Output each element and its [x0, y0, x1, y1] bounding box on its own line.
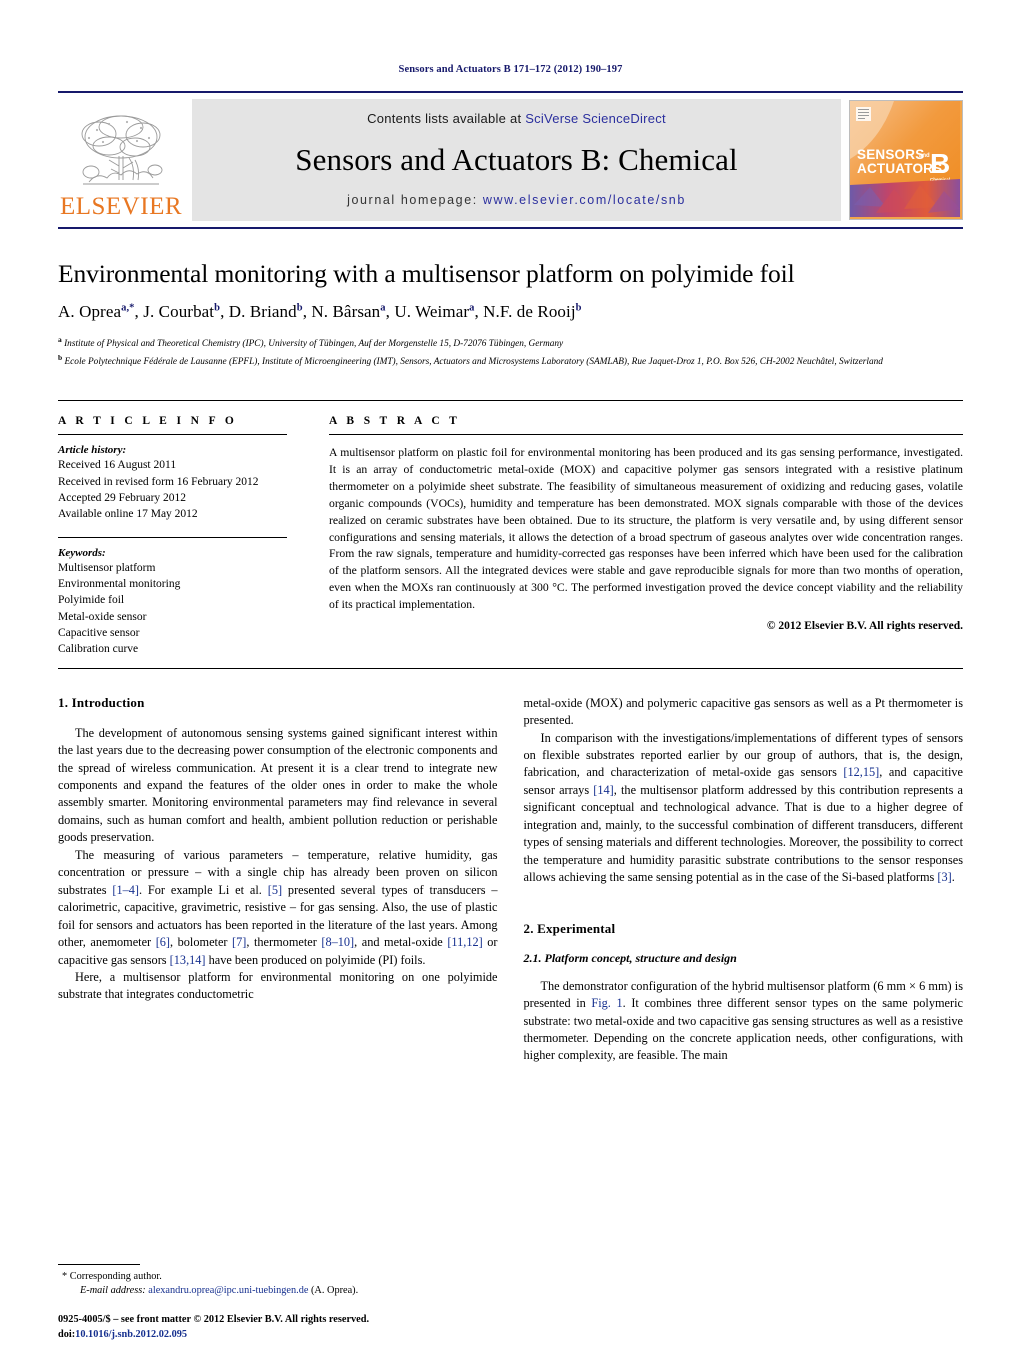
corresponding-author-text: Corresponding author. [69, 1270, 162, 1282]
history-online: Available online 17 May 2012 [58, 508, 198, 521]
citation-ref[interactable]: [5] [268, 883, 282, 897]
elsevier-logo: ELSEVIER [58, 99, 184, 221]
doi-label: doi: [58, 1329, 76, 1341]
article-info-rule [58, 434, 287, 436]
text-run: . For example Li et al. [139, 882, 268, 897]
citation-ref[interactable]: [13,14] [170, 953, 206, 967]
homepage-url-link[interactable]: www.elsevier.com/locate/snb [483, 193, 686, 207]
email-link[interactable]: alexandru.oprea@ipc.uni-tuebingen.de [148, 1285, 308, 1296]
paragraph-intro-3: Here, a multisensor platform for environ… [58, 970, 498, 1002]
elsevier-tree-icon [81, 115, 163, 185]
info-block-bottom-rule [58, 667, 963, 669]
keywords-label: Keywords: [58, 546, 106, 559]
paragraph-right-2: In comparison with the investigations/im… [524, 730, 964, 887]
affiliation-a-text: Institute of Physical and Theoretical Ch… [64, 339, 564, 350]
article-history-label: Article history: [58, 444, 127, 457]
homepage-prefix: journal homepage: [347, 193, 483, 207]
svg-text:SENSORS: SENSORS [857, 147, 924, 162]
svg-text:B: B [930, 148, 950, 179]
history-accepted: Accepted 29 February 2012 [58, 492, 187, 505]
contents-list-line: Contents lists available at SciVerse Sci… [367, 111, 666, 126]
citation-ref[interactable]: [11,12] [447, 935, 482, 949]
masthead-center-strip: Contents lists available at SciVerse Sci… [192, 99, 841, 221]
journal-masthead: ELSEVIER Contents lists available at Sci… [58, 91, 963, 229]
body-column-left: 1. Introduction The development of auton… [58, 695, 498, 1065]
citation-ref[interactable]: [1–4] [112, 883, 139, 897]
heading-introduction: 1. Introduction [58, 694, 145, 710]
keyword-item: Polyimide foil [58, 594, 125, 607]
history-received: Received 16 August 2011 [58, 459, 177, 472]
article-info-heading: A R T I C L E I N F O [58, 415, 238, 428]
abstract-rule [329, 434, 963, 436]
heading-experimental: 2. Experimental [523, 920, 616, 936]
abstract-heading: A B S T R A C T [329, 415, 461, 428]
corresponding-author-note: * Corresponding author. [58, 1270, 500, 1285]
heading-platform-concept: 2.1. Platform concept, structure and des… [523, 950, 737, 965]
affiliation-b-text: Ecole Polytechnique Fédérale de Lausanne… [64, 357, 883, 368]
citation-ref[interactable]: [7] [232, 935, 246, 949]
affiliation-list: a Institute of Physical and Theoretical … [58, 334, 963, 370]
abstract-text: A multisensor platform on plastic foil f… [329, 446, 963, 611]
abstract-column: A B S T R A C T A multisensor platform o… [311, 401, 963, 657]
text-run: , bolometer [170, 935, 233, 950]
paragraph-right-1: metal-oxide (MOX) and polymeric capaciti… [523, 695, 964, 728]
citation-ref[interactable]: [14] [593, 783, 614, 797]
affiliation-a: a Institute of Physical and Theoretical … [58, 335, 564, 350]
info-abstract-block: A R T I C L E I N F O Article history: R… [58, 400, 963, 657]
citation-ref[interactable]: [8–10] [321, 935, 354, 949]
abstract-copyright: © 2012 Elsevier B.V. All rights reserved… [766, 619, 963, 632]
text-run: , thermometer [246, 935, 322, 950]
figure-ref[interactable]: Fig. 1 [591, 996, 622, 1010]
text-run: , and metal-oxide [354, 935, 448, 950]
footnote-block: * Corresponding author. E-mail address: … [58, 1263, 500, 1299]
keyword-item: Environmental monitoring [58, 578, 181, 591]
journal-homepage-line: journal homepage: www.elsevier.com/locat… [347, 193, 686, 207]
page-title: Environmental monitoring with a multisen… [58, 259, 795, 288]
keyword-item: Multisensor platform [58, 561, 156, 574]
paragraph-intro-2: The measuring of various parameters – te… [58, 847, 498, 969]
affiliation-b: b Ecole Polytechnique Fédérale de Lausan… [58, 353, 883, 368]
author-list: A. Opreaa,*, J. Courbatb, D. Briandb, N.… [58, 302, 582, 322]
running-head: Sensors and Actuators B 171–172 (2012) 1… [398, 64, 623, 75]
text-run: , the multisensor platform addressed by … [523, 782, 964, 885]
footnote-star: * [62, 1270, 68, 1282]
svg-text:and: and [919, 153, 930, 159]
paragraph-intro-1: The development of autonomous sensing sy… [58, 725, 498, 845]
imprint-doi-line: doi:10.1016/j.snb.2012.02.095 [58, 1328, 369, 1343]
journal-cover-thumbnail[interactable]: SENSORS ACTUATORS and B Chemical [849, 100, 963, 220]
info-gap [58, 523, 287, 537]
imprint-block: 0925-4005/$ – see front matter © 2012 El… [58, 1313, 369, 1343]
email-label: E-mail address: [80, 1285, 146, 1297]
email-suffix: (A. Oprea). [308, 1285, 359, 1297]
keyword-item: Calibration curve [58, 643, 139, 656]
text-run: have been produced on polyimide (PI) foi… [205, 952, 426, 967]
imprint-frontmatter: 0925-4005/$ – see front matter © 2012 El… [58, 1314, 370, 1326]
text-run: . [951, 870, 955, 885]
body-two-columns: 1. Introduction The development of auton… [58, 695, 963, 1065]
history-revised: Received in revised form 16 February 201… [58, 475, 259, 488]
footnote-rule [58, 1263, 140, 1265]
article-info-column: A R T I C L E I N F O Article history: R… [58, 401, 311, 657]
keyword-item: Metal-oxide sensor [58, 610, 147, 623]
paragraph-right-3: The demonstrator configuration of the hy… [524, 978, 964, 1065]
keywords-rule [58, 536, 287, 538]
citation-ref[interactable]: [12,15] [843, 765, 879, 779]
cover-artwork-icon: SENSORS ACTUATORS and B Chemical [850, 101, 960, 217]
sciencedirect-link[interactable]: SciVerse ScienceDirect [525, 111, 666, 126]
citation-ref[interactable]: [6] [156, 935, 170, 949]
contents-prefix: Contents lists available at [367, 111, 526, 126]
citation-ref[interactable]: [3] [937, 870, 951, 884]
email-note: E-mail address: alexandru.oprea@ipc.uni-… [58, 1284, 500, 1299]
keyword-item: Capacitive sensor [58, 627, 140, 639]
article-page: Sensors and Actuators B 171–172 (2012) 1… [0, 0, 1021, 1351]
journal-title: Sensors and Actuators B: Chemical [295, 142, 738, 177]
body-column-right: metal-oxide (MOX) and polymeric capaciti… [524, 695, 964, 1065]
elsevier-wordmark: ELSEVIER [59, 193, 183, 220]
doi-link[interactable]: 10.1016/j.snb.2012.02.095 [75, 1329, 187, 1340]
title-spacer [58, 229, 963, 259]
